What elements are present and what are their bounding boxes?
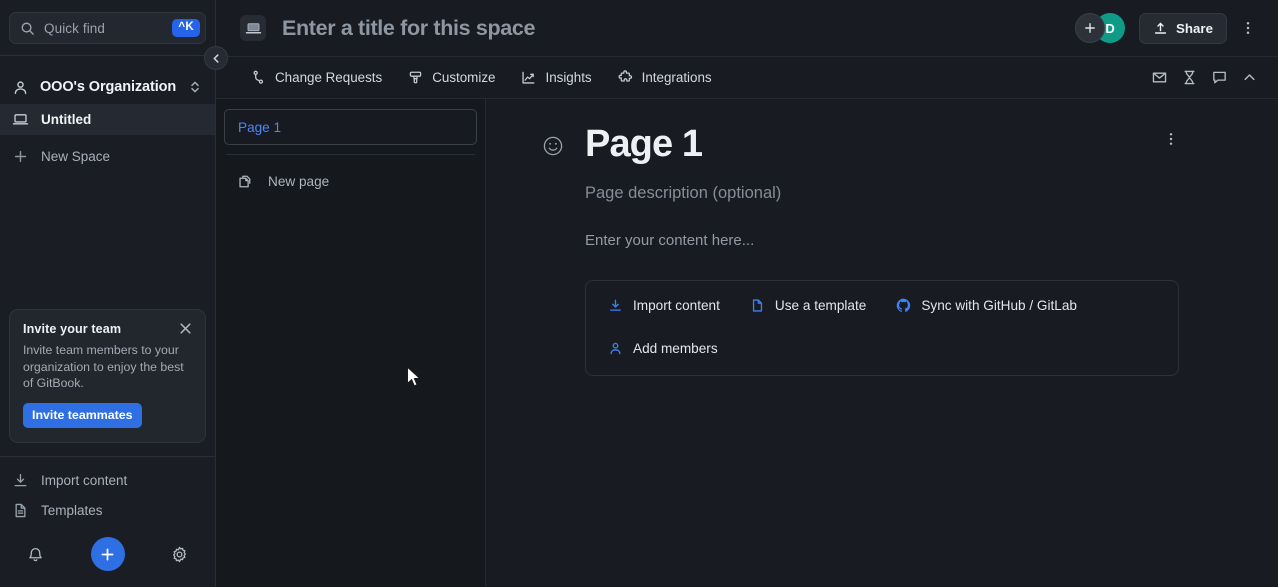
chevron-up-icon[interactable] — [1234, 63, 1264, 93]
sidebar-item-new-space[interactable]: New Space — [0, 141, 215, 172]
sidebar-item-label: New Space — [41, 149, 110, 164]
sidebar-item-untitled[interactable]: Untitled — [0, 104, 215, 135]
quick-action-label: Sync with GitHub / GitLab — [921, 298, 1077, 313]
sidebar-spacer — [0, 172, 215, 309]
sidebar-link-label: Import content — [41, 473, 127, 488]
kebab-vertical-icon[interactable] — [1235, 15, 1261, 41]
laptop-icon — [12, 111, 29, 128]
sidebar-divider-top — [0, 55, 215, 56]
search-icon — [20, 21, 35, 36]
page-content-input[interactable]: Enter your content here... — [585, 232, 1228, 249]
add-member-button[interactable] — [1075, 13, 1105, 43]
comment-icon[interactable] — [1204, 63, 1234, 93]
space-laptop-icon[interactable] — [240, 15, 266, 41]
sidebar-item-templates[interactable]: Templates — [0, 495, 215, 525]
person-icon — [608, 341, 623, 356]
page-description-input[interactable]: Page description (optional) — [585, 184, 1228, 203]
document-header: Page 1 — [542, 121, 1228, 167]
share-button[interactable]: Share — [1139, 13, 1227, 44]
git-branch-icon — [251, 70, 266, 85]
hourglass-icon[interactable] — [1174, 63, 1204, 93]
puzzle-icon — [618, 70, 633, 85]
quick-action-add-members[interactable]: Add members — [608, 341, 718, 356]
tab-change-requests[interactable]: Change Requests — [238, 63, 395, 93]
chart-line-icon — [521, 70, 536, 85]
bell-icon[interactable] — [26, 545, 45, 564]
organization-switcher[interactable]: OOO's Organization — [0, 70, 215, 104]
document-editor: Page 1 Page description (optional) Enter… — [486, 99, 1278, 587]
space-title-input[interactable]: Enter a title for this space — [282, 16, 535, 41]
organization-name: OOO's Organization — [40, 79, 176, 95]
document-icon — [12, 502, 29, 519]
page-title[interactable]: Page 1 — [585, 121, 702, 167]
share-icon — [1153, 21, 1168, 36]
invite-card-title: Invite your team — [23, 322, 121, 336]
chevron-updown-icon — [189, 80, 201, 94]
pages-divider — [226, 154, 475, 155]
tab-label: Insights — [545, 70, 591, 85]
sidebar-links: Import content Templates — [0, 457, 215, 529]
share-button-label: Share — [1176, 21, 1213, 36]
main-area: Enter a title for this space D Sha — [216, 0, 1278, 587]
new-page-label: New page — [268, 174, 329, 189]
content-split: Page 1 New page — [216, 99, 1278, 587]
tab-bar: Change Requests Customize — [216, 57, 1278, 99]
create-button[interactable] — [91, 537, 125, 571]
invite-teammates-button[interactable]: Invite teammates — [23, 403, 142, 428]
member-avatars: D — [1075, 13, 1125, 43]
sidebar-collapse-button[interactable] — [204, 46, 228, 70]
page-item-label: Page 1 — [238, 120, 281, 135]
smiley-icon[interactable] — [542, 135, 564, 157]
quick-action-label: Import content — [633, 298, 720, 313]
tab-label: Change Requests — [275, 70, 382, 85]
search-input[interactable]: Quick find ^K — [9, 12, 206, 44]
top-bar: Enter a title for this space D Sha — [216, 0, 1278, 57]
github-icon — [896, 298, 911, 313]
app-window: Quick find ^K OOO's Organization — [0, 0, 1278, 587]
search-placeholder: Quick find — [44, 21, 172, 36]
left-sidebar: Quick find ^K OOO's Organization — [0, 0, 216, 587]
sidebar-item-import-content[interactable]: Import content — [0, 465, 215, 495]
download-icon — [12, 472, 29, 489]
pages-panel: Page 1 New page — [216, 99, 486, 587]
close-icon[interactable] — [179, 322, 192, 335]
gear-icon[interactable] — [170, 545, 189, 564]
quick-find-wrapper: Quick find ^K — [0, 0, 215, 55]
sidebar-item-label: Untitled — [41, 112, 91, 127]
sidebar-action-bar — [0, 529, 215, 587]
tab-insights[interactable]: Insights — [508, 63, 604, 93]
quick-action-label: Use a template — [775, 298, 866, 313]
quick-actions-card: Import content Use a template — [585, 280, 1179, 376]
file-icon — [750, 298, 765, 313]
invite-team-card: Invite your team Invite team members to … — [9, 309, 206, 443]
quick-action-import-content[interactable]: Import content — [608, 298, 720, 313]
invite-card-body: Invite team members to your organization… — [23, 342, 192, 391]
inbox-icon[interactable] — [1144, 63, 1174, 93]
tab-label: Customize — [432, 70, 495, 85]
tab-integrations[interactable]: Integrations — [605, 63, 725, 93]
tab-customize[interactable]: Customize — [395, 63, 508, 93]
download-icon — [608, 298, 623, 313]
page-options-icon[interactable] — [1158, 126, 1184, 152]
tab-label: Integrations — [642, 70, 712, 85]
sidebar-link-label: Templates — [41, 503, 103, 518]
organization-icon — [12, 79, 29, 96]
page-list-item-selected[interactable]: Page 1 — [224, 109, 477, 145]
quick-action-label: Add members — [633, 341, 718, 356]
quick-action-sync-github-gitlab[interactable]: Sync with GitHub / GitLab — [896, 298, 1077, 313]
search-shortcut-badge: ^K — [172, 19, 200, 38]
copy-page-icon — [237, 173, 254, 190]
paintbrush-icon — [408, 70, 423, 85]
invite-card-header: Invite your team — [23, 322, 192, 336]
quick-action-use-a-template[interactable]: Use a template — [750, 298, 866, 313]
plus-icon — [12, 148, 29, 165]
new-page-button[interactable]: New page — [224, 162, 477, 200]
